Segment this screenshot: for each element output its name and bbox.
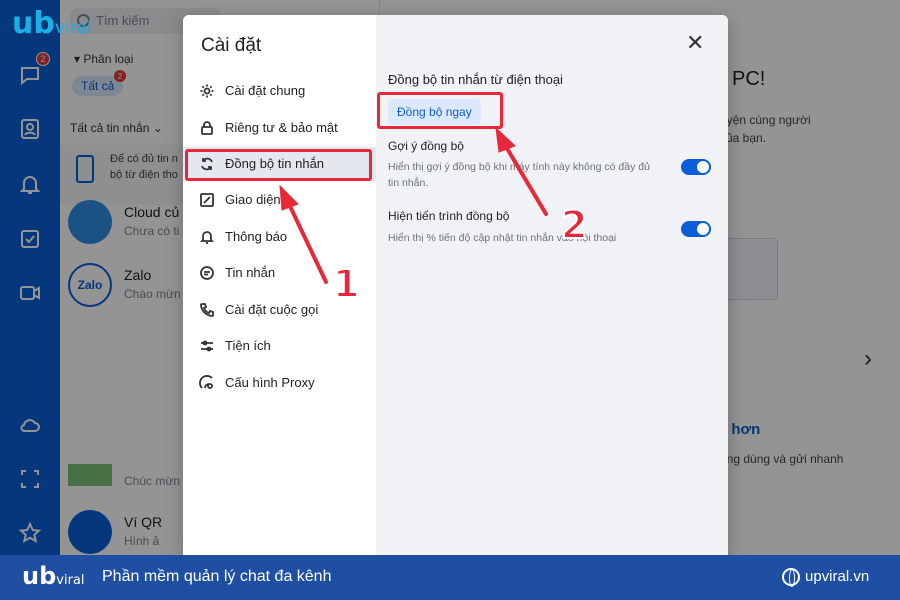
nav-utilities[interactable]: Tiện ích (183, 329, 376, 363)
phone-icon (199, 302, 215, 318)
nav-appearance[interactable]: Giao diện (183, 183, 376, 217)
option-title: Hiện tiến trình đồng bộ (388, 209, 510, 223)
option-desc: Hiển thị % tiến độ cập nhật tin nhắn vào… (388, 232, 617, 244)
nav-privacy[interactable]: Riêng tư & bảo mật (183, 111, 376, 145)
upviral-logo: ubviral (12, 6, 92, 41)
footer-banner: ubviral Phần mềm quản lý chat đa kênh up… (0, 555, 900, 600)
step-number-1: 1 (332, 261, 360, 307)
bell-icon (199, 229, 215, 245)
option-title: Gợi ý đồng bộ (388, 139, 464, 153)
message-icon (199, 265, 215, 281)
sync-suggestion-toggle[interactable] (681, 159, 711, 175)
nav-general[interactable]: Cài đặt chung (183, 74, 376, 108)
footer-logo: ubviral (22, 562, 85, 590)
gear-icon (199, 83, 215, 99)
nav-proxy[interactable]: Cấu hình Proxy (183, 366, 376, 400)
nav-notifications[interactable]: Thông báo (183, 220, 376, 254)
highlight-box-1 (185, 149, 372, 181)
globe-icon (782, 568, 800, 587)
modal-title: Cài đặt (201, 35, 262, 56)
footer-site[interactable]: upviral.vn (805, 568, 869, 585)
option-desc: Hiển thị gợi ý đồng bộ khi máy tính này … (388, 161, 650, 189)
section-title: Đồng bộ tin nhắn từ điện thoại (388, 72, 563, 87)
step-number-2: 2 (560, 202, 588, 248)
footer-tagline: Phần mềm quản lý chat đa kênh (102, 568, 332, 585)
lock-icon (199, 120, 215, 136)
close-icon[interactable]: ✕ (686, 32, 704, 54)
proxy-icon (199, 375, 215, 391)
sync-progress-toggle[interactable] (681, 221, 711, 237)
highlight-box-2 (377, 92, 503, 129)
palette-icon (199, 192, 215, 208)
sliders-icon (199, 338, 215, 354)
